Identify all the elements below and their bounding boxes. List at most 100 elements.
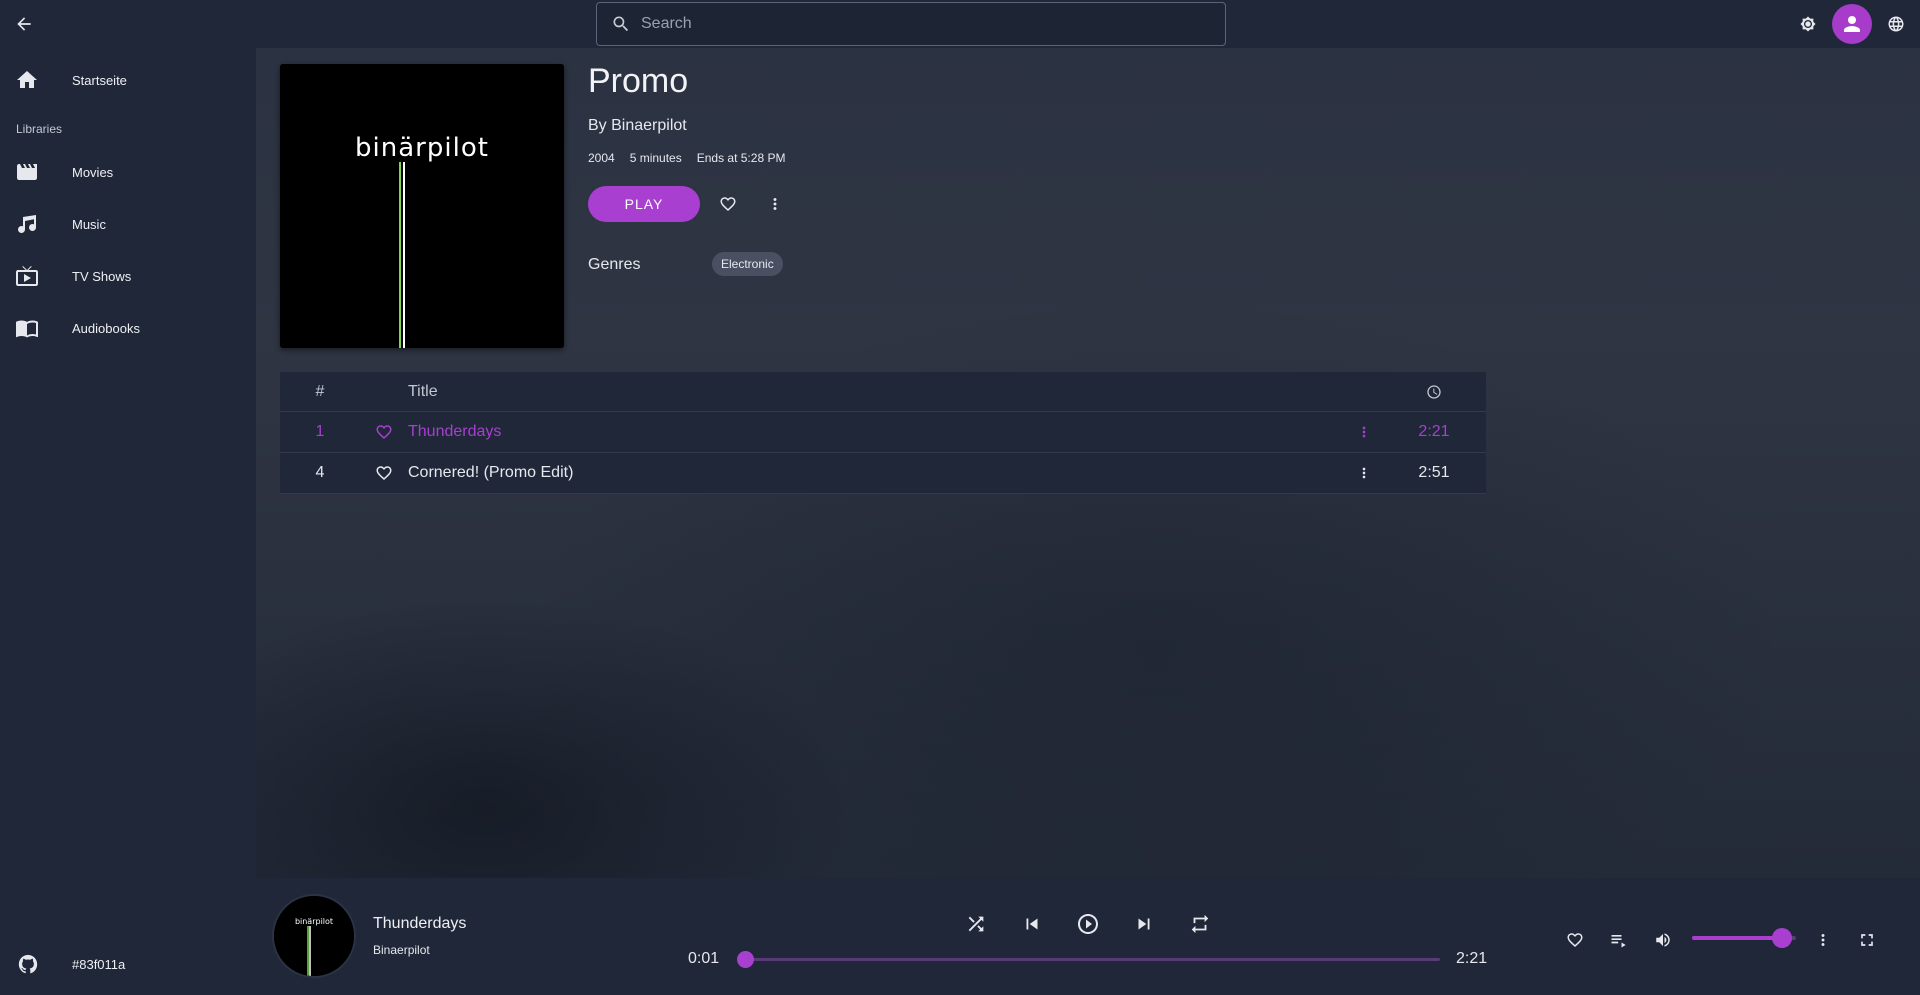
heart-outline-icon (1567, 933, 1583, 948)
genre-chip[interactable]: Electronic (712, 252, 783, 276)
now-playing-artist[interactable]: Binaerpilot (373, 943, 430, 957)
fullscreen-button[interactable] (1851, 924, 1883, 956)
volume-fill (1692, 936, 1783, 940)
queue-music-icon (1611, 935, 1626, 948)
now-playing-cover-art: binärpilot (274, 896, 354, 976)
current-time: 0:01 (688, 950, 720, 967)
theme-toggle-button[interactable] (1788, 4, 1828, 44)
volume-slider[interactable] (1692, 928, 1796, 948)
player-bar: binärpilot Thunderdays Binaerpilot 0:01 … (256, 878, 1920, 995)
user-avatar-button[interactable] (1832, 4, 1872, 44)
sidebar-item-audiobooks[interactable]: Audiobooks (0, 304, 256, 352)
skip-next-icon (1138, 918, 1150, 930)
genres-label: Genres (588, 256, 641, 273)
volume-icon (1656, 933, 1670, 947)
sidebar-item-label: Movies (72, 164, 114, 180)
home-icon (0, 68, 56, 92)
album-ends-at: Ends at 5:28 PM (696, 151, 786, 165)
sidebar-item-label: Startseite (72, 72, 127, 88)
sidebar-item-home[interactable]: Startseite (0, 56, 256, 104)
sidebar-item-label: Audiobooks (72, 320, 140, 336)
track-number: 1 (315, 423, 325, 440)
column-header-duration (1382, 372, 1486, 411)
libraries-section-label: Libraries (16, 122, 63, 136)
search-icon (613, 16, 629, 32)
track-row[interactable]: 1 Thunderdays 2:21 (280, 412, 1486, 453)
more-vertical-icon (1821, 934, 1825, 946)
progress-slider[interactable] (736, 951, 1440, 968)
shuffle-button[interactable] (958, 906, 994, 942)
play-circle-icon (1078, 914, 1098, 934)
build-hash: #83f011a (72, 956, 126, 972)
sidebar-item-label: Music (72, 216, 106, 232)
track-favorite-button[interactable] (360, 412, 408, 452)
sidebar-item-movies[interactable]: Movies (0, 148, 256, 196)
album-runtime: 5 minutes (629, 151, 682, 165)
track-more-button[interactable] (1346, 412, 1382, 452)
shuffle-icon (968, 916, 984, 932)
track-number: 4 (315, 464, 325, 481)
sidebar-item-music[interactable]: Music (0, 200, 256, 248)
play-button[interactable]: PLAY (588, 186, 700, 222)
language-button[interactable] (1876, 4, 1916, 44)
play-pause-button[interactable] (1070, 906, 1106, 942)
movie-icon (0, 160, 56, 184)
build-info-link[interactable]: #83f011a (0, 940, 256, 988)
album-cover-art: binärpilot (280, 64, 564, 348)
top-right-actions (1788, 0, 1920, 48)
favorite-button[interactable] (712, 188, 744, 220)
now-playing-favorite-button[interactable] (1559, 924, 1591, 956)
album-title: Promo (588, 62, 689, 100)
previous-track-button[interactable] (1014, 906, 1050, 942)
track-favorite-button[interactable] (360, 453, 408, 493)
fullscreen-icon (1861, 934, 1873, 946)
globe-icon (1888, 16, 1904, 32)
album-detail-page: binärpilot Promo By Binaerpilot 2004 5 m… (256, 48, 1920, 878)
back-button[interactable] (8, 8, 40, 40)
music-note-icon (0, 212, 56, 236)
volume-thumb[interactable] (1772, 928, 1793, 948)
sidebar-item-label: TV Shows (72, 268, 132, 284)
more-options-button[interactable] (759, 188, 791, 220)
column-header-number: # (315, 382, 325, 400)
track-row[interactable]: 4 Cornered! (Promo Edit) 2:51 (280, 453, 1486, 494)
heart-outline-icon (720, 197, 736, 212)
progress-thumb[interactable] (736, 951, 754, 968)
now-playing-title[interactable]: Thunderdays (373, 915, 466, 933)
user-icon (1844, 16, 1860, 32)
repeat-icon (1191, 914, 1209, 934)
mute-button[interactable] (1647, 924, 1679, 956)
sidebar-item-tv-shows[interactable]: TV Shows (0, 252, 256, 300)
album-artist-link[interactable]: By Binaerpilot (588, 117, 687, 135)
skip-previous-icon (1026, 918, 1038, 930)
heart-outline-icon (376, 466, 392, 481)
clock-icon (1427, 384, 1441, 399)
now-playing-cover[interactable]: binärpilot (272, 894, 356, 978)
github-icon (0, 953, 72, 975)
album-year: 2004 (588, 151, 615, 165)
total-time: 2:21 (1456, 950, 1488, 967)
repeat-button[interactable] (1182, 906, 1218, 942)
brightness-icon (1800, 16, 1816, 32)
svg-text:binärpilot: binärpilot (355, 133, 489, 163)
sidebar: Startseite Libraries Movies Music TV Sho… (0, 48, 256, 995)
top-bar (0, 0, 1920, 48)
tv-icon (0, 264, 56, 288)
svg-text:binärpilot: binärpilot (295, 917, 333, 926)
player-more-button[interactable] (1807, 924, 1839, 956)
next-track-button[interactable] (1126, 906, 1162, 942)
search-box[interactable] (596, 2, 1226, 46)
track-title: Cornered! (Promo Edit) (408, 464, 574, 481)
search-input[interactable] (641, 15, 1201, 33)
album-meta: 2004 5 minutes Ends at 5:28 PM (588, 151, 785, 165)
more-vertical-icon (1362, 426, 1366, 438)
more-vertical-icon (1362, 467, 1366, 479)
book-icon (0, 316, 56, 340)
track-title: Thunderdays (408, 423, 502, 440)
arrow-back-icon (17, 17, 31, 31)
track-duration: 2:21 (1418, 423, 1450, 440)
more-vertical-icon (773, 198, 777, 210)
track-more-button[interactable] (1346, 453, 1382, 493)
queue-button[interactable] (1603, 924, 1635, 956)
album-cover: binärpilot (280, 64, 564, 348)
